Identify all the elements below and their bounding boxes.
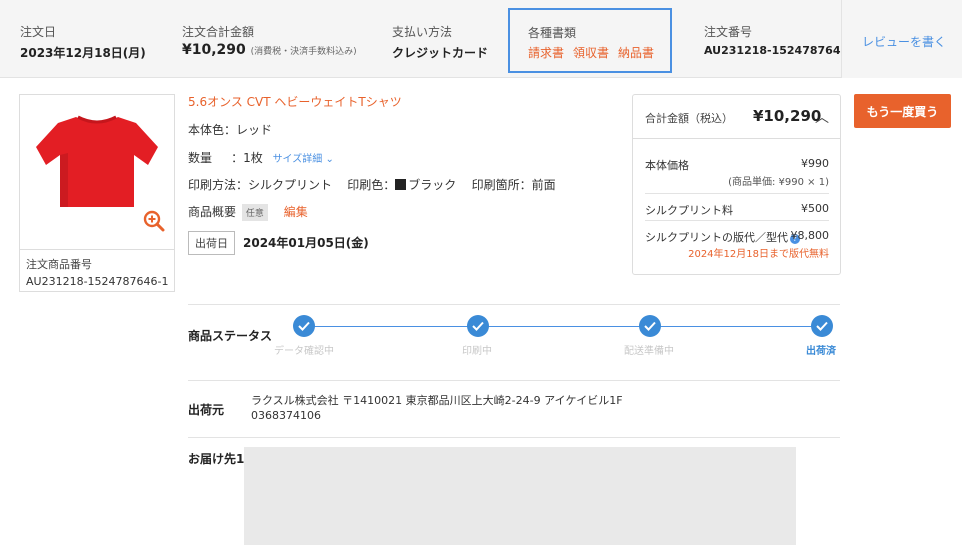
product-status-label: 商品ステータス (188, 329, 273, 343)
price-breakdown-panel: 合計金額（税込） ¥10,290 ︿ 本体価格 ¥990 (商品単価: ¥990… (632, 94, 841, 275)
item-number-label: 注文商品番号 (26, 258, 92, 271)
order-total-note: (消費税・決済手数料込み) (250, 47, 357, 57)
size-detail-toggle[interactable]: サイズ詳細 ⌄ (273, 154, 334, 165)
item-number-value: AU231218-1524787646-1 (26, 275, 169, 288)
check-icon (298, 321, 310, 331)
order-total-amount: ¥10,290 (182, 42, 246, 58)
quantity-label: 数量 (188, 151, 213, 165)
status-step-label-active: 出荷済 (806, 346, 836, 357)
print-method: 印刷方法：シルクプリント (188, 178, 333, 192)
reorder-button[interactable]: もう一度買う (854, 94, 951, 128)
payment-method-label: 支払い方法 (392, 25, 453, 39)
product-summary-label: 商品概要 (188, 205, 237, 219)
silk-fee-label: シルクプリント料 (645, 204, 733, 217)
size-detail-label: サイズ詳細 (272, 154, 323, 165)
product-summary-row: 商品概要 任意 編集 (188, 203, 308, 221)
status-step-data-check (293, 315, 315, 337)
print-color-value: ブラック (408, 178, 457, 192)
status-step-shipped (811, 315, 833, 337)
plate-fee-label: シルクプリントの版代／型代 (645, 231, 788, 244)
order-number-value: AU231218-1524787646 (704, 44, 849, 57)
product-image-box: 注文商品番号 AU231218-1524787646-1 (19, 94, 175, 292)
section-divider (188, 437, 840, 438)
documents-links: 請求書 領収書 納品書 (528, 44, 663, 61)
status-step-label: 配送準備中 (624, 346, 674, 357)
invoice-link[interactable]: 請求書 (528, 46, 564, 60)
zoom-in-icon[interactable] (142, 209, 166, 233)
section-divider (188, 304, 840, 305)
ship-origin-phone: 0368374106 (251, 409, 321, 422)
body-price-line: 本体価格 ¥990 (商品単価: ¥990 × 1) (645, 157, 829, 193)
product-name-link[interactable]: 5.6オンス CVT ヘビーウェイトTシャツ (188, 93, 402, 110)
destination-address-redacted (244, 447, 796, 545)
plate-fee-line: シルクプリントの版代／型代? ¥8,800 2024年12月18日まで版代無料 (645, 229, 830, 260)
order-summary-bar: 注文日 2023年12月18日(月) 注文合計金額 ¥10,290 (消費税・決… (0, 0, 962, 78)
delivery-note-link[interactable]: 納品書 (618, 46, 654, 60)
ship-date-label: 出荷日 (188, 231, 235, 255)
ship-date-row: 出荷日 2024年01月05日(金) (188, 231, 369, 255)
chevron-down-icon: ⌄ (325, 154, 334, 165)
check-icon (472, 321, 484, 331)
quantity-row: 数量 ：1枚 サイズ詳細 ⌄ (188, 149, 334, 166)
plate-fee-note: 2024年12月18日まで版代無料 (688, 249, 829, 260)
print-place: 印刷箇所：前面 (471, 178, 556, 192)
edit-link[interactable]: 編集 (284, 205, 308, 219)
print-color-label: 印刷色： (347, 178, 396, 192)
status-step-label: 印刷中 (462, 346, 492, 357)
destination-label: お届け先1 (188, 452, 245, 466)
ship-date-value: 2024年01月05日(金) (243, 236, 369, 250)
status-step-label: データ確認中 (274, 346, 334, 357)
tshirt-shape (36, 117, 158, 207)
order-total-label: 注文合計金額 (182, 25, 255, 39)
documents-label: 各種書類 (528, 26, 577, 40)
order-date-label: 注文日 (20, 25, 57, 39)
price-divider (645, 193, 829, 194)
section-divider (188, 380, 840, 381)
ship-origin-address: ラクスル株式会社 〒1410021 東京都品川区上大崎2-24-9 アイケイビル… (251, 393, 623, 423)
check-icon (644, 321, 656, 331)
price-divider (645, 220, 829, 221)
order-number-label: 注文番号 (704, 25, 753, 39)
quantity-value: ：1枚 (231, 151, 263, 165)
ship-origin-label: 出荷元 (188, 403, 225, 417)
price-total-value: ¥10,290 (753, 107, 822, 125)
optional-tag: 任意 (241, 204, 268, 221)
status-step-printing (467, 315, 489, 337)
price-total-label: 合計金額（税込） (645, 112, 733, 125)
tshirt-shade (60, 153, 68, 207)
check-icon (816, 321, 828, 331)
silk-fee-line: シルクプリント料 ¥500 (645, 202, 829, 218)
write-review-link[interactable]: レビューを書く (862, 33, 946, 50)
payment-method-value: クレジットカード (392, 46, 489, 60)
order-total-value: ¥10,290 (消費税・決済手数料込み) (182, 42, 357, 58)
item-number-area: 注文商品番号 AU231218-1524787646-1 (20, 249, 174, 291)
review-cell: レビューを書く (841, 0, 962, 78)
status-step-preparing (639, 315, 661, 337)
body-price-value: ¥990 (801, 157, 829, 170)
unit-price-note: (商品単価: ¥990 × 1) (728, 177, 829, 188)
price-panel-header[interactable]: 合計金額（税込） ¥10,290 ︿ (633, 95, 840, 139)
color-swatch-icon (395, 179, 407, 190)
print-info-row: 印刷方法：シルクプリント 印刷色： ブラック 印刷箇所：前面 (188, 176, 556, 193)
documents-cell: 各種書類 請求書 領収書 納品書 (508, 8, 672, 73)
receipt-link[interactable]: 領収書 (573, 46, 609, 60)
status-track (304, 326, 822, 327)
silk-fee-value: ¥500 (801, 202, 829, 215)
order-date-value: 2023年12月18日(月) (20, 46, 146, 60)
body-price-label: 本体価格 (645, 159, 689, 172)
ship-origin-line1: ラクスル株式会社 〒1410021 東京都品川区上大崎2-24-9 アイケイビル… (251, 394, 623, 407)
chevron-up-icon[interactable]: ︿ (815, 107, 829, 127)
plate-fee-value: ¥8,800 (790, 229, 830, 242)
body-color-row: 本体色：レッド (188, 123, 273, 137)
